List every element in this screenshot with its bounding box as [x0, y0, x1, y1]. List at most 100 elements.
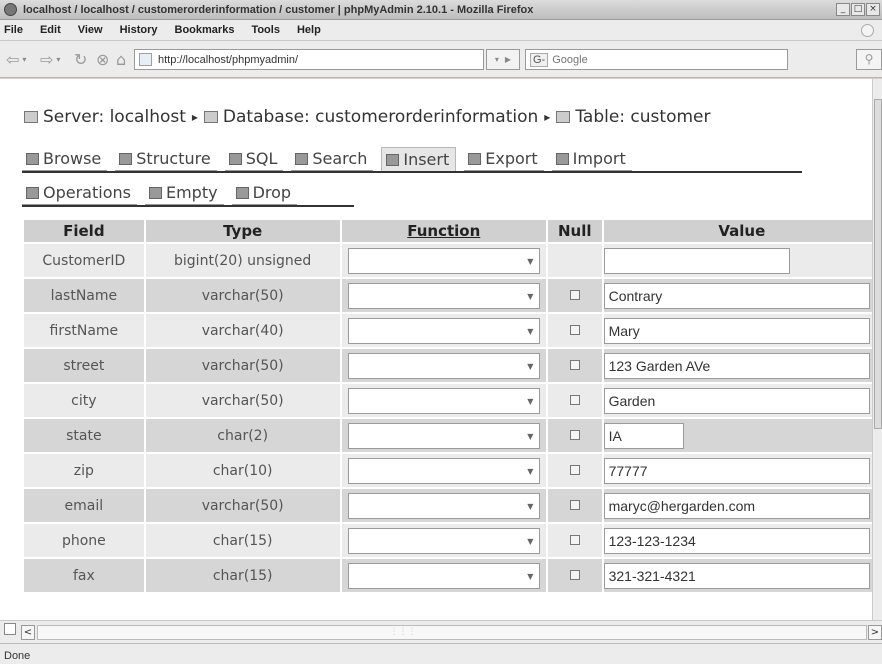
null-checkbox[interactable] [569, 534, 580, 545]
tab-sql[interactable]: SQL [224, 147, 284, 171]
menu-history[interactable]: History [120, 24, 158, 36]
value-input[interactable] [603, 387, 870, 414]
scroll-left-button[interactable]: < [21, 625, 35, 640]
breadcrumb-table[interactable]: Table: customer [575, 107, 710, 127]
tab-structure[interactable]: Structure [115, 147, 217, 171]
forward-button[interactable]: ⇨ ▾ [40, 49, 60, 69]
tab-import[interactable]: Import [551, 147, 632, 171]
value-input[interactable] [603, 247, 790, 274]
chevron-down-icon[interactable]: ▼ [524, 500, 537, 513]
window-controls: _ □ × [836, 3, 880, 16]
vertical-scroll-thumb[interactable] [874, 99, 882, 429]
tab-label: SQL [245, 149, 278, 168]
import-icon [555, 152, 569, 165]
value-input[interactable] [603, 317, 870, 344]
chevron-down-icon[interactable]: ▼ [524, 290, 537, 303]
header-function[interactable]: Function [341, 220, 546, 242]
field-type: varchar(50) [145, 279, 340, 312]
value-input[interactable] [603, 492, 870, 519]
null-checkbox[interactable] [569, 324, 580, 335]
value-input[interactable] [603, 457, 870, 484]
minimize-icon[interactable]: _ [836, 3, 850, 16]
value-input[interactable] [603, 352, 870, 379]
close-icon[interactable]: × [866, 3, 880, 16]
value-input[interactable] [603, 527, 870, 554]
function-select[interactable]: ▼ [347, 247, 540, 274]
function-select[interactable]: ▼ [347, 387, 540, 414]
breadcrumb-server[interactable]: Server: localhost [43, 107, 186, 127]
search-engine-selector[interactable]: G- [530, 52, 549, 67]
chevron-down-icon[interactable]: ▼ [524, 255, 537, 268]
breadcrumb-database[interactable]: Database: customerorderinformation [223, 107, 538, 127]
null-checkbox[interactable] [569, 464, 580, 475]
chevron-down-icon[interactable]: ▼ [524, 325, 537, 338]
value-input[interactable] [603, 562, 870, 589]
scroll-grip-icon[interactable]: ⋮⋮⋮ [368, 627, 438, 638]
field-type: varchar(50) [145, 349, 340, 382]
value-input[interactable] [603, 422, 684, 449]
null-checkbox[interactable] [569, 569, 580, 580]
function-select[interactable]: ▼ [347, 527, 540, 554]
chevron-down-icon[interactable]: ▼ [524, 535, 537, 548]
menu-file[interactable]: File [4, 24, 23, 36]
window-titlebar: localhost / localhost / customerorderinf… [0, 0, 882, 20]
null-checkbox[interactable] [569, 359, 580, 370]
tab-export[interactable]: Export [464, 147, 544, 171]
chevron-down-icon[interactable]: ▼ [524, 395, 537, 408]
null-checkbox[interactable] [569, 429, 580, 440]
field-type: varchar(50) [145, 489, 340, 522]
value-cell [603, 244, 872, 277]
url-bar[interactable] [134, 49, 484, 70]
value-cell [603, 349, 872, 382]
null-checkbox[interactable] [569, 289, 580, 300]
stop-button[interactable]: ⊗ [96, 49, 109, 69]
url-input[interactable] [158, 53, 458, 66]
function-select[interactable]: ▼ [347, 457, 540, 484]
horizontal-scroll-track[interactable]: ⋮⋮⋮ [37, 625, 867, 640]
function-select[interactable]: ▼ [347, 492, 540, 519]
function-select[interactable]: ▼ [347, 352, 540, 379]
function-select[interactable]: ▼ [347, 282, 540, 309]
history-dropdown-icon[interactable]: ▾ [495, 55, 499, 64]
tab-browse[interactable]: Browse [22, 147, 108, 171]
menu-help[interactable]: Help [297, 24, 321, 36]
scroll-right-button[interactable]: > [868, 625, 882, 640]
home-button[interactable]: ⌂ [116, 49, 126, 69]
chevron-down-icon[interactable]: ▼ [524, 465, 537, 478]
maximize-icon[interactable]: □ [851, 3, 865, 16]
go-arrow-icon[interactable]: ▶ [505, 55, 511, 64]
menu-tools[interactable]: Tools [251, 24, 280, 36]
tab-empty[interactable]: Empty [144, 181, 224, 205]
database-icon [203, 111, 218, 123]
horizontal-scrollbar[interactable]: < ⋮⋮⋮ > [0, 620, 882, 643]
tab-drop[interactable]: Drop [231, 181, 298, 205]
tab-operations[interactable]: Operations [22, 181, 137, 205]
menu-view[interactable]: View [78, 24, 103, 36]
function-select[interactable]: ▼ [347, 422, 540, 449]
value-input[interactable] [603, 282, 870, 309]
function-select[interactable]: ▼ [347, 317, 540, 344]
back-button[interactable]: ⇦ ▾ [6, 49, 26, 69]
function-select[interactable]: ▼ [347, 562, 540, 589]
back-dropdown-icon[interactable]: ▾ [22, 55, 26, 64]
forward-dropdown-icon[interactable]: ▾ [56, 55, 60, 64]
null-cell [547, 419, 602, 452]
tab-label: Drop [252, 183, 292, 202]
menu-edit[interactable]: Edit [40, 24, 61, 36]
search-input[interactable] [552, 53, 753, 66]
null-checkbox[interactable] [569, 499, 580, 510]
tab-search[interactable]: Search [291, 147, 374, 171]
tab-insert[interactable]: Insert [381, 147, 457, 171]
search-go-button[interactable]: ⚲ [856, 49, 882, 70]
window-title: localhost / localhost / customerorderinf… [23, 3, 534, 16]
search-bar[interactable]: G- [525, 49, 788, 70]
vertical-scrollbar[interactable] [872, 79, 882, 620]
reload-button[interactable]: ↻ [74, 49, 87, 69]
url-controls[interactable]: ▾ ▶ [486, 49, 520, 70]
chevron-down-icon[interactable]: ▼ [524, 360, 537, 373]
menu-bookmarks[interactable]: Bookmarks [175, 24, 235, 36]
null-checkbox[interactable] [569, 394, 580, 405]
null-cell [547, 279, 602, 312]
chevron-down-icon[interactable]: ▼ [524, 570, 537, 583]
chevron-down-icon[interactable]: ▼ [524, 430, 537, 443]
